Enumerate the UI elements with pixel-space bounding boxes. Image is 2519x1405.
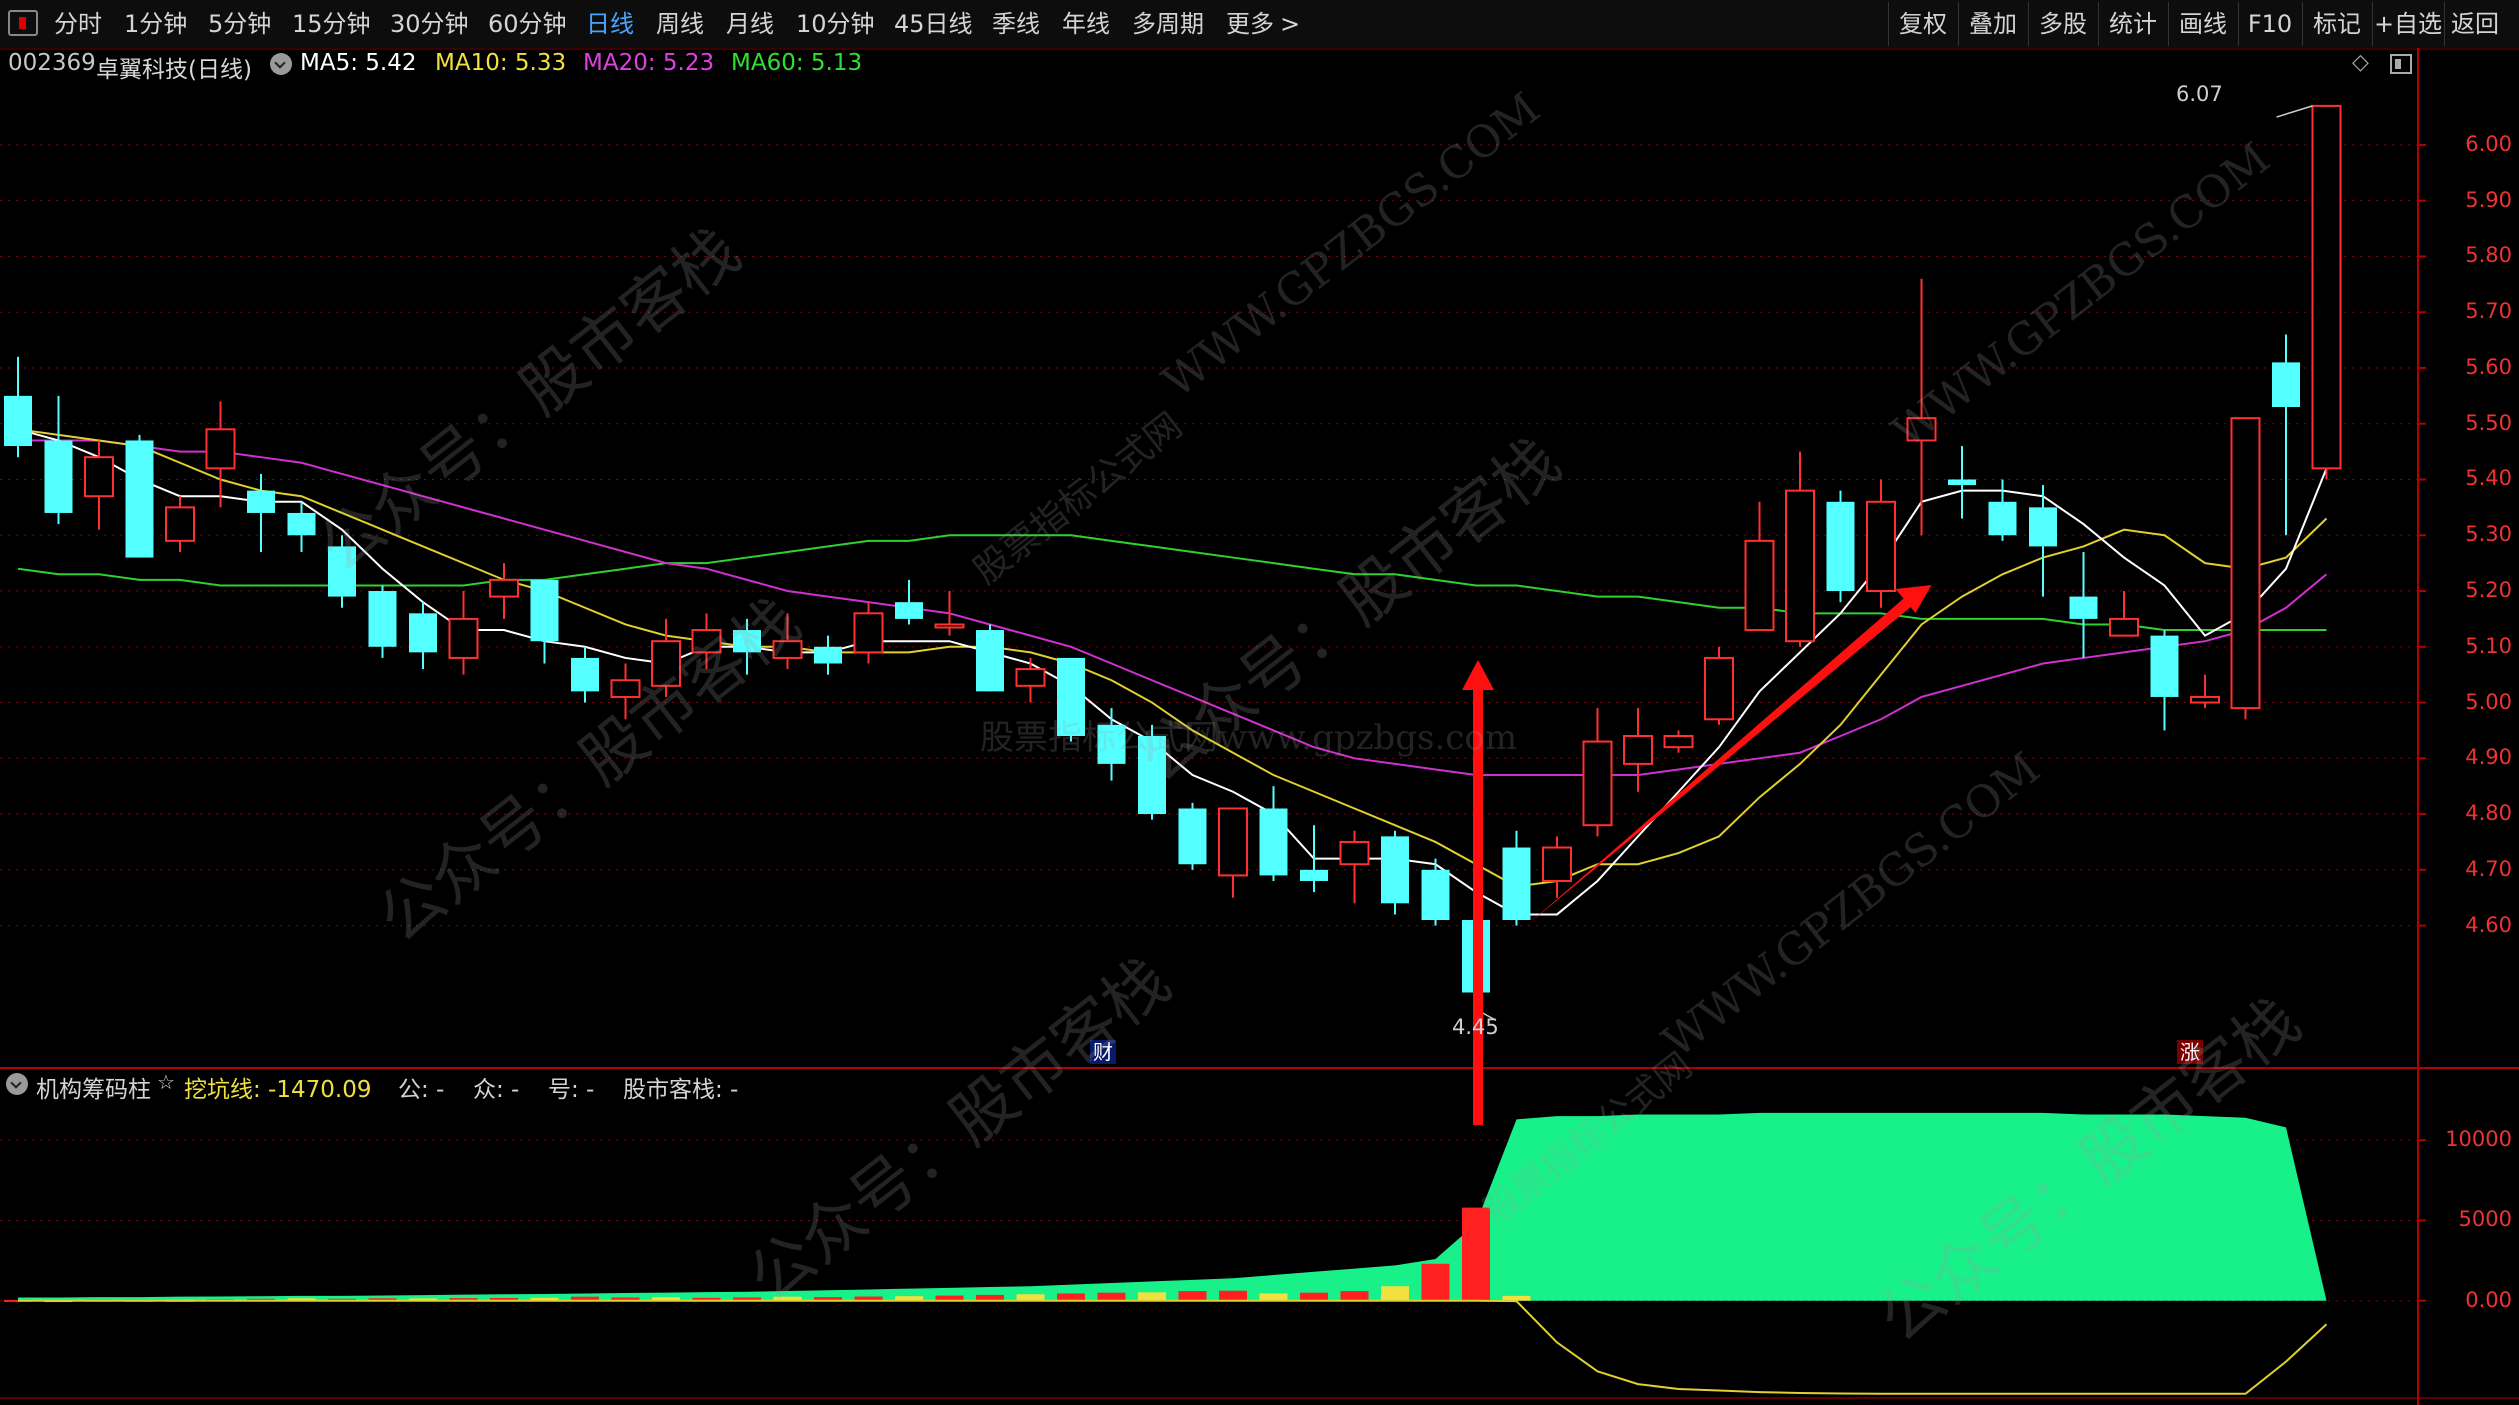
candle-body <box>165 506 195 542</box>
candle-body <box>1300 869 1328 881</box>
price-axis-label: 5.10 <box>2465 633 2512 658</box>
chip-bar <box>1219 1290 1247 1301</box>
candle-body <box>84 456 114 498</box>
candle-body <box>205 428 236 470</box>
candle-body <box>530 579 559 642</box>
chip-bar <box>1300 1292 1328 1301</box>
candle-body <box>2029 507 2057 547</box>
price-axis-label: 4.70 <box>2465 856 2512 881</box>
candle-body <box>853 612 884 654</box>
chip-bar <box>1259 1293 1288 1301</box>
price-axis-label: 5.60 <box>2465 354 2512 379</box>
candle-body <box>1704 656 1734 721</box>
candle-body <box>247 490 275 513</box>
high-price-label: 6.07 <box>2176 82 2223 106</box>
candle-body <box>1623 735 1653 765</box>
indicator-axis-label: 0.00 <box>2465 1287 2512 1312</box>
candle-body <box>1339 840 1370 866</box>
candle-body <box>1826 501 1855 592</box>
candle-body <box>2109 617 2139 637</box>
indicator-axis-label: 5000 <box>2458 1207 2512 1232</box>
chip-bar <box>1057 1293 1085 1301</box>
candle-body <box>2311 104 2342 470</box>
price-axis-label: 4.80 <box>2465 801 2512 826</box>
chip-bar <box>1138 1292 1166 1301</box>
chip-bar <box>1462 1207 1490 1301</box>
indicator-axis-label: 10000 <box>2445 1127 2512 1152</box>
price-axis-label: 5.80 <box>2465 243 2512 268</box>
chip-bar <box>1097 1292 1126 1301</box>
candle-body <box>1663 735 1694 749</box>
candle-body <box>1948 479 1976 486</box>
candle-body <box>448 617 479 659</box>
candle-body <box>2272 362 2300 407</box>
candle-body <box>1421 869 1450 921</box>
candle-body <box>1744 539 1775 632</box>
candle-body <box>934 623 965 629</box>
price-axis-label: 5.30 <box>2465 522 2512 547</box>
candle-body <box>2190 695 2220 704</box>
candle-body <box>2150 635 2179 697</box>
candle-body <box>976 630 1004 692</box>
candle-body <box>2069 596 2098 619</box>
candle-body <box>2230 417 2261 710</box>
candle-body <box>1015 668 1046 687</box>
price-axis-label: 5.50 <box>2465 410 2512 435</box>
low-price-label: 4.45 <box>1452 1015 1499 1039</box>
candle-body <box>1502 847 1531 921</box>
candle-body <box>125 440 154 558</box>
price-axis-label: 5.20 <box>2465 578 2512 603</box>
arrow-head-icon <box>1462 660 1494 690</box>
candle-body <box>368 591 397 647</box>
candle-body <box>1542 846 1572 882</box>
candle-body <box>1866 500 1896 593</box>
price-axis-label: 4.90 <box>2465 745 2512 770</box>
wakeng-line <box>18 1299 2328 1395</box>
candle-body <box>409 613 437 653</box>
high-marker-line <box>2276 105 2313 118</box>
price-axis-label: 5.90 <box>2465 187 2512 212</box>
price-axis-label: 4.60 <box>2465 912 2512 937</box>
candle-body <box>1178 808 1207 865</box>
candle-body <box>1582 740 1613 827</box>
chip-bar <box>1340 1291 1369 1301</box>
candle-body <box>4 395 32 447</box>
candle-body <box>1988 501 2017 536</box>
candle-body <box>571 657 599 692</box>
chip-bar <box>1381 1286 1409 1301</box>
candle-body <box>814 646 842 664</box>
chip-bar <box>1178 1291 1207 1301</box>
price-axis-label: 5.00 <box>2465 689 2512 714</box>
candle-body <box>489 578 519 598</box>
candle-body <box>44 440 73 513</box>
chip-bar <box>1421 1263 1450 1301</box>
chip-bar <box>1502 1295 1531 1301</box>
candle-body <box>1785 489 1815 643</box>
candle-body <box>1259 808 1288 876</box>
candle-body <box>1218 807 1248 877</box>
candle-body <box>1381 836 1409 904</box>
price-axis-label: 5.40 <box>2465 466 2512 491</box>
price-axis-label: 5.70 <box>2465 299 2512 324</box>
candle-body <box>895 602 923 619</box>
price-axis-label: 6.00 <box>2465 131 2512 156</box>
